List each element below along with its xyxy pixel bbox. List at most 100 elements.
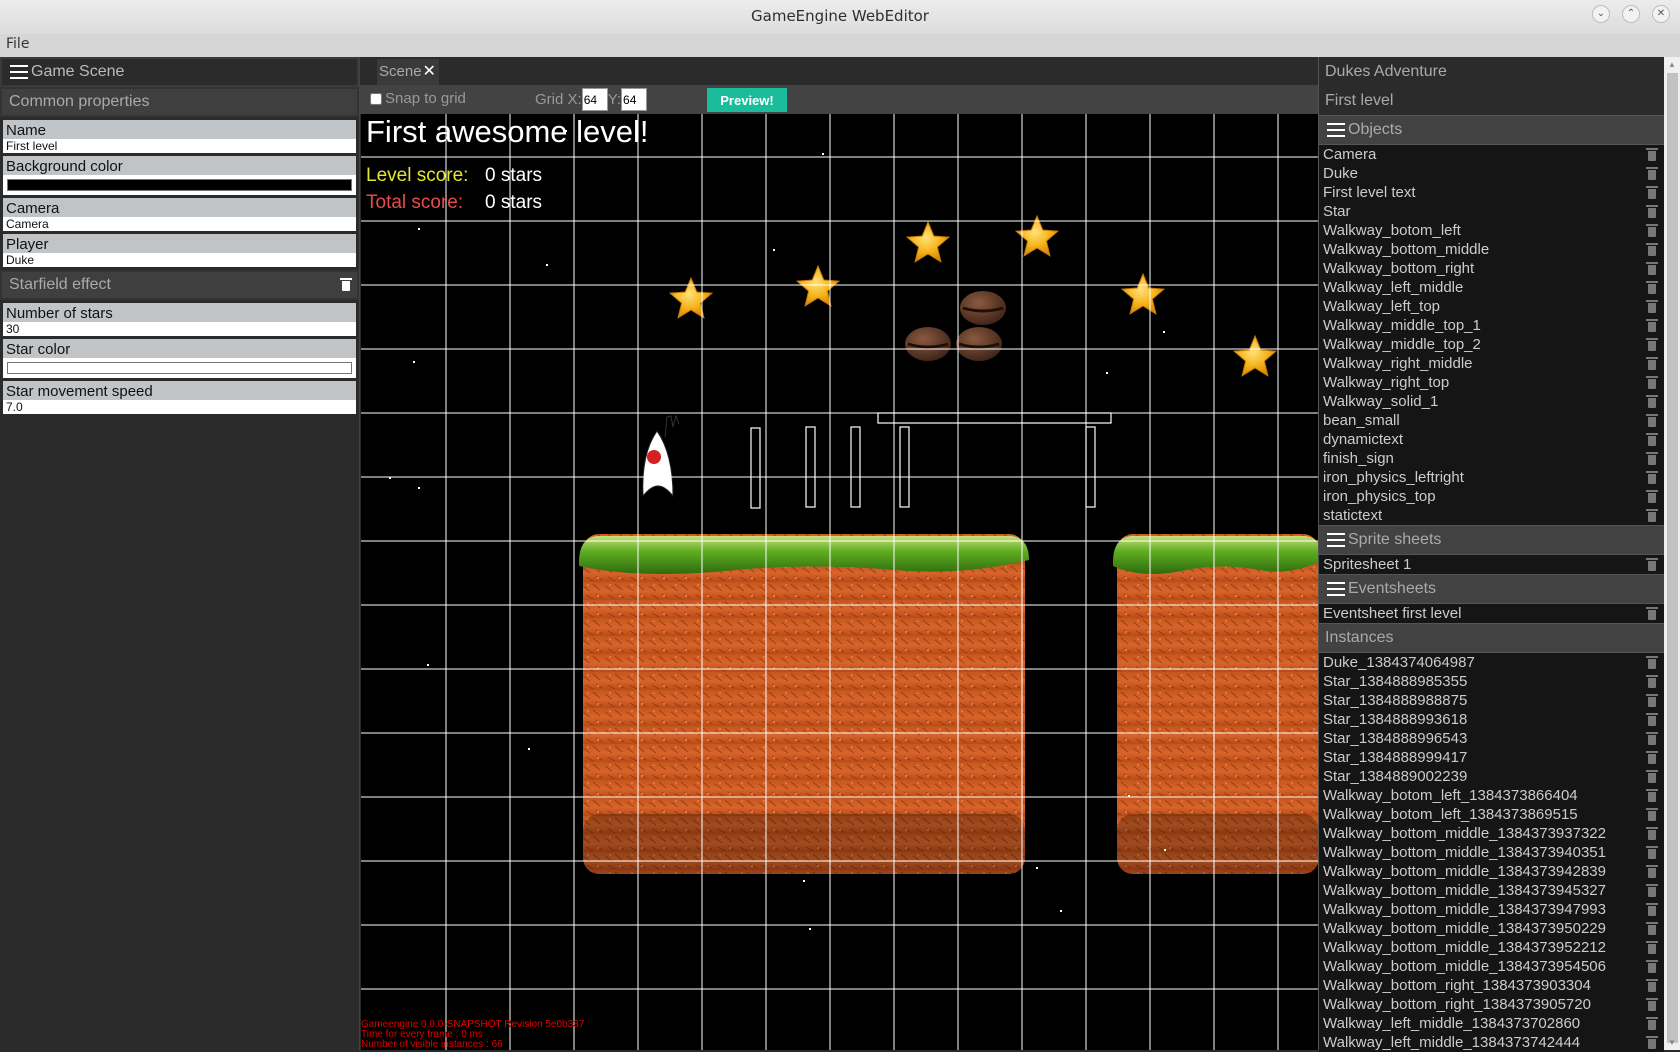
scrollbar-thumb[interactable] <box>1667 73 1678 1043</box>
instance-item[interactable]: Walkway_bottom_middle_1384373945327 <box>1319 881 1664 900</box>
trash-icon[interactable] <box>1646 732 1658 745</box>
instance-item[interactable]: Walkway_botom_left_1384373869515 <box>1319 805 1664 824</box>
instance-item[interactable]: Star_1384888999417 <box>1319 748 1664 767</box>
star-speed-field[interactable]: 7.0 <box>3 400 356 414</box>
trash-icon[interactable] <box>1646 490 1658 503</box>
level-title[interactable]: First level <box>1319 86 1664 115</box>
eventsheet-item[interactable]: Eventsheet first level <box>1319 604 1664 623</box>
instance-item[interactable]: Walkway_bottom_right_1384373903304 <box>1319 976 1664 995</box>
trash-icon[interactable] <box>340 278 352 291</box>
trash-icon[interactable] <box>1646 979 1658 992</box>
hamburger-menu-icon[interactable] <box>1327 123 1345 137</box>
trash-icon[interactable] <box>1646 827 1658 840</box>
trash-icon[interactable] <box>1646 319 1658 332</box>
instance-item[interactable]: Star_1384889002239 <box>1319 767 1664 786</box>
object-item[interactable]: Walkway_middle_top_1 <box>1319 316 1664 335</box>
object-item[interactable]: Walkway_left_middle <box>1319 278 1664 297</box>
trash-icon[interactable] <box>1646 656 1658 669</box>
close-button[interactable]: ✕ <box>1652 5 1670 23</box>
trash-icon[interactable] <box>1646 770 1658 783</box>
instance-item[interactable]: Walkway_left_middle_1384373742444 <box>1319 1033 1664 1052</box>
trash-icon[interactable] <box>1646 452 1658 465</box>
object-item[interactable]: iron_physics_top <box>1319 487 1664 506</box>
trash-icon[interactable] <box>1646 694 1658 707</box>
trash-icon[interactable] <box>1646 808 1658 821</box>
objects-header[interactable]: Objects <box>1319 115 1664 145</box>
object-item[interactable]: bean_small <box>1319 411 1664 430</box>
player-field[interactable]: Duke <box>3 253 356 267</box>
trash-icon[interactable] <box>1646 395 1658 408</box>
object-item[interactable]: Walkway_bottom_right <box>1319 259 1664 278</box>
instance-item[interactable]: Walkway_bottom_middle_1384373950229 <box>1319 919 1664 938</box>
instance-item[interactable]: Star_1384888985355 <box>1319 672 1664 691</box>
object-item[interactable]: iron_physics_leftright <box>1319 468 1664 487</box>
object-item[interactable]: Walkway_middle_top_2 <box>1319 335 1664 354</box>
instance-item[interactable]: Walkway_bottom_right_1384373905720 <box>1319 995 1664 1014</box>
object-item[interactable]: Walkway_right_middle <box>1319 354 1664 373</box>
instance-item[interactable]: Star_1384888988875 <box>1319 691 1664 710</box>
trash-icon[interactable] <box>1646 357 1658 370</box>
trash-icon[interactable] <box>1646 414 1658 427</box>
close-tab-icon[interactable]: ✕ <box>423 63 436 80</box>
trash-icon[interactable] <box>1646 471 1658 484</box>
trash-icon[interactable] <box>1646 167 1658 180</box>
trash-icon[interactable] <box>1646 1017 1658 1030</box>
snap-to-grid-checkbox[interactable] <box>370 92 382 105</box>
hamburger-menu-icon[interactable] <box>10 65 28 79</box>
grid-x-input[interactable] <box>581 88 608 111</box>
hamburger-menu-icon[interactable] <box>1327 582 1345 596</box>
background-color-picker[interactable] <box>7 179 352 191</box>
star-color-picker[interactable] <box>7 362 352 374</box>
instance-item[interactable]: Walkway_bottom_middle_1384373954506 <box>1319 957 1664 976</box>
sprite-sheets-header[interactable]: Sprite sheets <box>1319 525 1664 555</box>
object-item[interactable]: Walkway_botom_left <box>1319 221 1664 240</box>
project-title[interactable]: Dukes Adventure <box>1319 57 1664 86</box>
eventsheets-header[interactable]: Eventsheets <box>1319 574 1664 604</box>
instance-item[interactable]: Duke_1384374064987 <box>1319 653 1664 672</box>
instance-item[interactable]: Star_1384888996543 <box>1319 729 1664 748</box>
object-item[interactable]: Duke <box>1319 164 1664 183</box>
tab-scene[interactable]: Scene✕ <box>377 59 439 85</box>
instance-item[interactable]: Walkway_bottom_middle_1384373940351 <box>1319 843 1664 862</box>
instance-item[interactable]: Walkway_bottom_middle_1384373942839 <box>1319 862 1664 881</box>
trash-icon[interactable] <box>1646 941 1658 954</box>
game-scene-header[interactable]: Game Scene <box>0 57 359 87</box>
trash-icon[interactable] <box>1646 1036 1658 1049</box>
camera-field[interactable]: Camera <box>3 217 356 231</box>
object-item[interactable]: Walkway_left_top <box>1319 297 1664 316</box>
trash-icon[interactable] <box>1646 846 1658 859</box>
preview-button[interactable]: Preview! <box>707 88 787 112</box>
trash-icon[interactable] <box>1646 713 1658 726</box>
trash-icon[interactable] <box>1646 509 1658 522</box>
trash-icon[interactable] <box>1646 186 1658 199</box>
trash-icon[interactable] <box>1646 281 1658 294</box>
hamburger-menu-icon[interactable] <box>1327 533 1345 547</box>
number-of-stars-field[interactable]: 30 <box>3 322 356 336</box>
scroll-up-arrow-icon[interactable]: ▲ <box>1664 57 1680 72</box>
object-item[interactable]: Walkway_bottom_middle <box>1319 240 1664 259</box>
scene-canvas[interactable]: First awesome level! Level score: 0 stars… <box>361 114 1318 1050</box>
instance-item[interactable]: Walkway_left_middle_1384373702860 <box>1319 1014 1664 1033</box>
trash-icon[interactable] <box>1646 558 1658 571</box>
instance-item[interactable]: Walkway_bottom_middle_1384373952212 <box>1319 938 1664 957</box>
trash-icon[interactable] <box>1646 243 1658 256</box>
object-item[interactable]: Star <box>1319 202 1664 221</box>
grid-y-input[interactable] <box>621 88 648 111</box>
sprite-sheet-item[interactable]: Spritesheet 1 <box>1319 555 1664 574</box>
object-item[interactable]: First level text <box>1319 183 1664 202</box>
object-item[interactable]: Camera <box>1319 145 1664 164</box>
right-panel-scrollbar[interactable]: ▲ ▼ <box>1664 57 1680 1050</box>
trash-icon[interactable] <box>1646 376 1658 389</box>
trash-icon[interactable] <box>1646 751 1658 764</box>
minimize-button[interactable]: ⌄ <box>1592 5 1610 23</box>
trash-icon[interactable] <box>1646 865 1658 878</box>
instance-item[interactable]: Walkway_bottom_middle_1384373947993 <box>1319 900 1664 919</box>
instance-item[interactable]: Star_1384888993618 <box>1319 710 1664 729</box>
scroll-down-arrow-icon[interactable]: ▼ <box>1664 1035 1680 1050</box>
name-field[interactable]: First level <box>3 139 356 153</box>
object-item[interactable]: dynamictext <box>1319 430 1664 449</box>
menu-file[interactable]: File <box>6 36 29 52</box>
object-item[interactable]: Walkway_solid_1 <box>1319 392 1664 411</box>
trash-icon[interactable] <box>1646 675 1658 688</box>
trash-icon[interactable] <box>1646 607 1658 620</box>
